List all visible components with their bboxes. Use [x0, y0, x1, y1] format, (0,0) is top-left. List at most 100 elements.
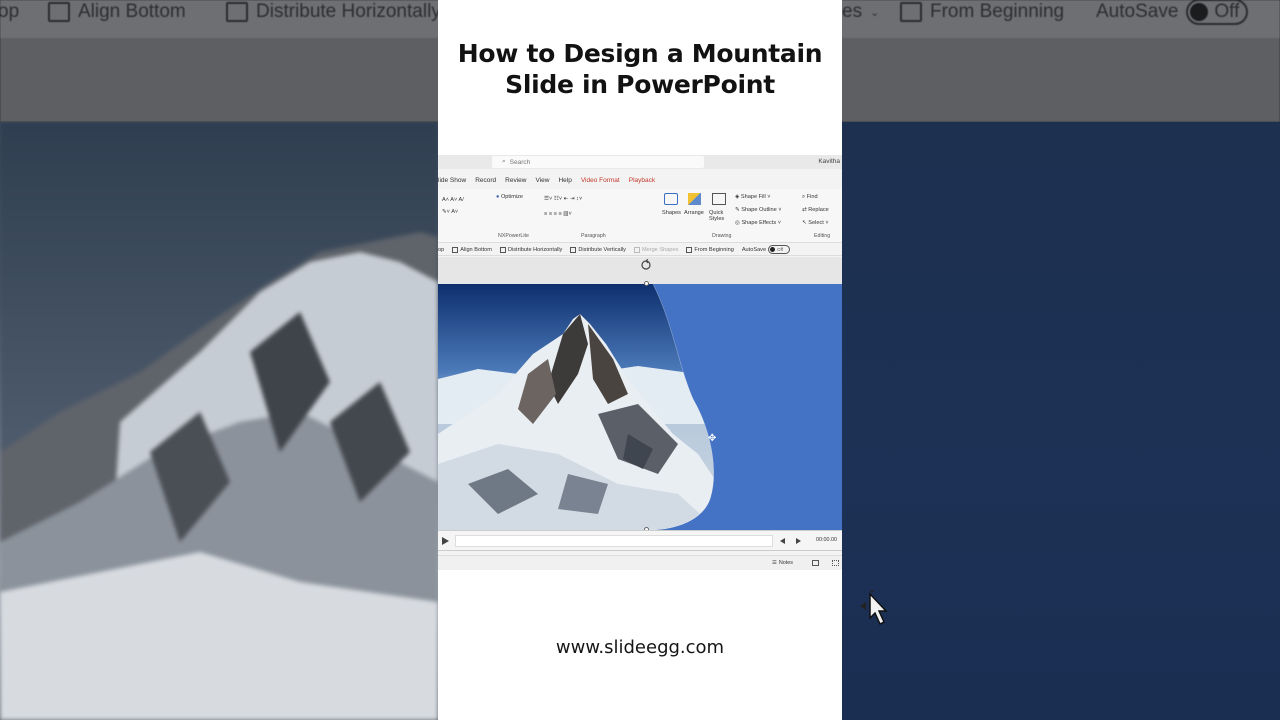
group-label-nxpowerlite: NXPowerLite: [498, 233, 529, 239]
mountain-image: [0, 122, 438, 720]
group-label-drawing: Drawing: [712, 233, 732, 239]
qat-label: Align Bottom: [460, 246, 492, 253]
chevron-down-icon: ⌄: [870, 6, 880, 19]
bg-ribbon-item-autosave: AutoSave Off: [1096, 0, 1249, 25]
effects-icon: ◎: [735, 220, 740, 226]
shape-effects-label: Shape Effects: [741, 220, 777, 226]
shape-fill-button[interactable]: ◈ Shape Fill ˅: [735, 194, 771, 200]
shapes-label[interactable]: Shapes: [662, 210, 681, 216]
move-cursor-icon: [860, 590, 888, 626]
notes-button[interactable]: ☰ Notes: [772, 560, 793, 566]
distribute-horizontally-icon: [226, 2, 248, 22]
group-label-editing: Editing: [814, 233, 831, 239]
optimize-label: Optimize: [500, 194, 524, 200]
tab-view[interactable]: View: [535, 177, 549, 187]
align-bottom-icon: [48, 2, 70, 22]
website-url[interactable]: www.slideegg.com: [438, 637, 842, 658]
qat-label: AutoSave: [741, 246, 767, 253]
distribute-vertically-icon: [570, 246, 577, 253]
selection-handle[interactable]: [644, 281, 649, 286]
step-forward-icon[interactable]: [796, 538, 801, 544]
replace-label: Replace: [808, 207, 829, 213]
optimize-icon: ●: [496, 194, 500, 200]
merge-shapes-icon: [633, 246, 640, 253]
step-back-icon[interactable]: [780, 538, 785, 544]
bg-ribbon-label: From Beginning: [930, 1, 1065, 22]
bg-ribbon-label: Align Bottom: [78, 1, 186, 22]
bullets-icon[interactable]: ☰˅ ☷˅ ⇤ ⇥ ↕˅: [544, 196, 582, 202]
title-bar: ⌕ Search Kavitha: [438, 155, 842, 169]
bg-ribbon-label: es: [842, 1, 863, 22]
search-placeholder: Search: [509, 158, 531, 166]
toggle-knob: [1190, 3, 1209, 21]
rotate-handle-icon[interactable]: [640, 259, 652, 271]
select-button[interactable]: ↖ Select ˅: [802, 220, 829, 226]
user-name[interactable]: Kavitha: [818, 158, 840, 165]
background-blue-right: [842, 122, 1280, 720]
qat-align-bottom[interactable]: Align Bottom: [452, 246, 492, 253]
media-player-bar: 00:00.00: [438, 530, 842, 551]
qat-from-beginning[interactable]: From Beginning: [686, 246, 734, 253]
distribute-horizontally-icon: [499, 246, 506, 253]
slide-sorter-icon[interactable]: [832, 560, 839, 566]
mountain-video-shape[interactable]: [438, 284, 842, 530]
find-button[interactable]: ⌕ Find: [802, 194, 818, 201]
notes-icon: ☰: [772, 560, 777, 566]
qat-distribute-vertically[interactable]: Distribute Vertically: [570, 246, 626, 253]
slide[interactable]: [438, 284, 842, 530]
content-panel: How to Design a Mountain Slide in PowerP…: [438, 0, 842, 720]
replace-icon: ⇄: [802, 207, 807, 213]
shape-outline-label: Shape Outline: [741, 207, 777, 213]
quick-access-toolbar: op Align Bottom Distribute Horizontally …: [438, 244, 842, 256]
qat-label: Merge Shapes: [641, 246, 679, 253]
video-frame: op Align Bottom Distribute Horizontally …: [0, 0, 1280, 720]
paint-bucket-icon: ◈: [735, 194, 740, 200]
qat-autosave[interactable]: AutoSave Off: [741, 245, 791, 254]
media-scrubber[interactable]: [455, 535, 773, 547]
tab-review[interactable]: Review: [505, 177, 526, 187]
normal-view-icon[interactable]: [812, 560, 819, 566]
align-icons[interactable]: ≡ ≡ ≡ ≡ ▥˅: [544, 211, 572, 217]
shape-outline-button[interactable]: ✎ Shape Outline ˅: [735, 207, 782, 213]
optimize-button[interactable]: ● Optimize: [496, 194, 523, 200]
align-bottom-icon: [452, 246, 459, 253]
tab-slide-show[interactable]: lide Show: [438, 177, 466, 187]
from-beginning-icon: [686, 246, 693, 253]
quick-styles-icon[interactable]: [712, 193, 726, 205]
bg-ribbon-item-merge: es ⌄: [842, 0, 879, 24]
bg-autosave-state: Off: [1214, 1, 1240, 22]
font-size-increase-icon[interactable]: A˄ A˅ A/: [442, 197, 464, 203]
qat-label: Distribute Horizontally: [507, 246, 563, 253]
qat-label: op: [438, 246, 445, 253]
shapes-icon[interactable]: [664, 193, 678, 205]
status-bar: ☰ Notes: [438, 555, 842, 570]
autosave-toggle[interactable]: Off: [768, 245, 791, 254]
qat-item-op[interactable]: op: [438, 247, 444, 253]
qat-label: From Beginning: [694, 246, 734, 253]
tab-video-format[interactable]: Video Format: [581, 177, 620, 187]
group-label-paragraph: Paragraph: [581, 233, 606, 239]
quick-styles-label[interactable]: Quick Styles: [709, 210, 731, 222]
tab-playback[interactable]: Playback: [629, 177, 655, 187]
media-time: 00:00.00: [816, 537, 837, 543]
shape-fill-label: Shape Fill: [740, 194, 766, 200]
tab-help[interactable]: Help: [558, 177, 571, 187]
shape-effects-button[interactable]: ◎ Shape Effects ˅: [735, 220, 781, 226]
bg-ribbon-item-op: op: [0, 0, 19, 24]
qat-merge-shapes[interactable]: Merge Shapes: [633, 246, 679, 253]
replace-button[interactable]: ⇄ Replace: [802, 207, 829, 213]
move-cursor-icon: ✥: [708, 433, 717, 444]
qat-distribute-horizontally[interactable]: Distribute Horizontally: [499, 246, 563, 253]
bg-autosave-toggle: Off: [1186, 0, 1249, 25]
search-icon: ⌕: [502, 158, 506, 165]
bg-ribbon-label: Distribute Horizontally: [256, 1, 441, 22]
qat-label: Distribute Vertically: [578, 246, 626, 253]
bg-ribbon-item-distribute: Distribute Horizontally: [226, 0, 441, 24]
arrange-label[interactable]: Arrange: [684, 210, 704, 216]
search-box[interactable]: ⌕ Search: [492, 156, 704, 168]
tab-record[interactable]: Record: [475, 177, 496, 187]
play-icon[interactable]: [442, 537, 449, 545]
find-label: Find: [806, 194, 818, 200]
highlight-color-icon[interactable]: ✎˅ A˅: [442, 209, 458, 215]
arrange-icon[interactable]: [688, 193, 701, 205]
